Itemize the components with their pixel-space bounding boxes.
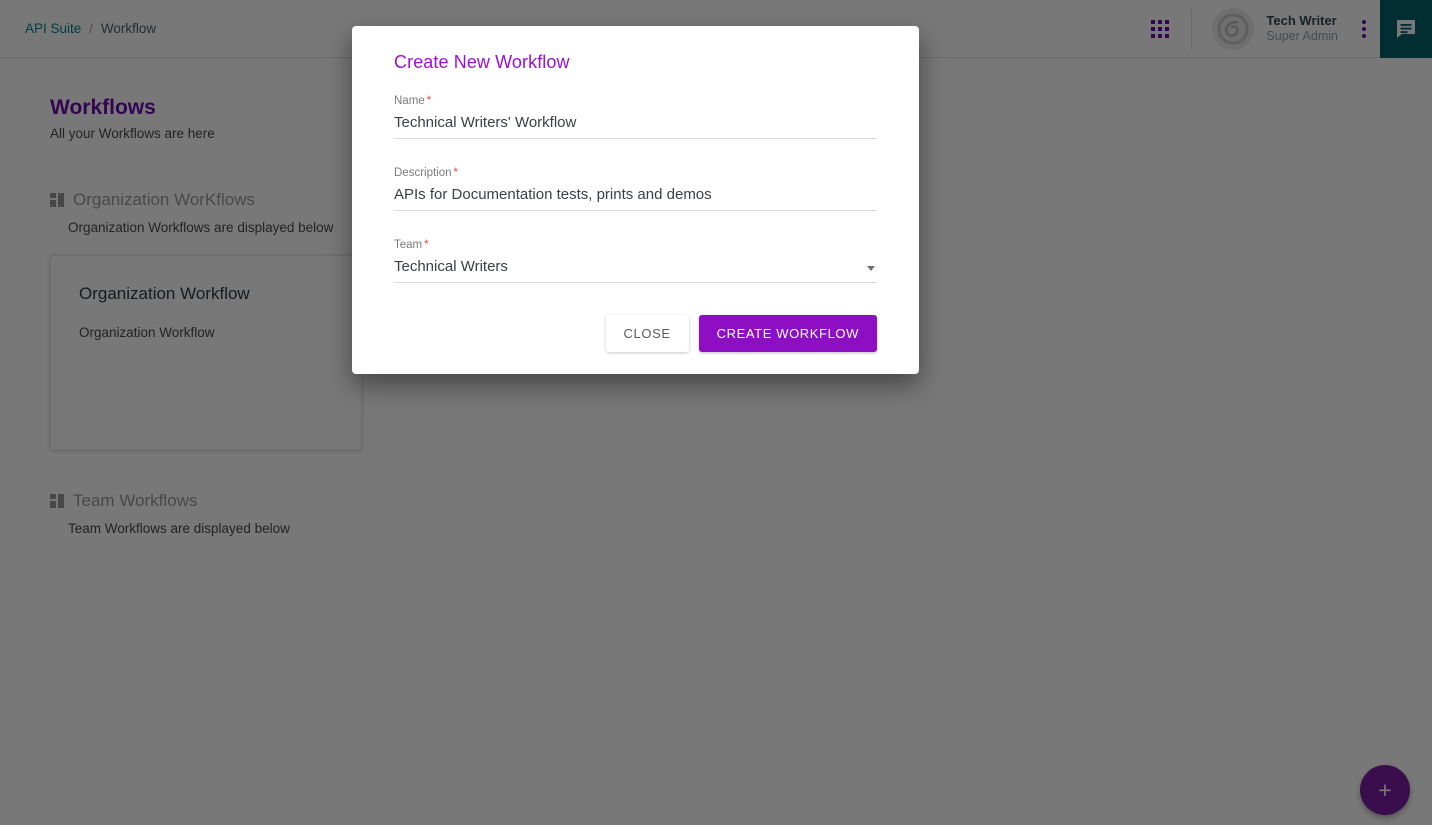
name-input[interactable] — [394, 114, 877, 138]
required-marker: * — [426, 95, 432, 107]
required-marker: * — [453, 167, 459, 179]
field-team: Team * — [394, 239, 877, 283]
required-marker: * — [424, 239, 429, 251]
field-name: Name * — [394, 95, 877, 139]
dialog-title: Create New Workflow — [394, 52, 570, 72]
select-wrapper[interactable] — [394, 258, 877, 283]
create-workflow-dialog: Create New Workflow Name* Description* T… — [352, 26, 919, 374]
input-wrapper — [394, 114, 877, 139]
label-text: Description — [394, 167, 452, 179]
description-input[interactable] — [394, 186, 877, 210]
label-text: Name — [394, 95, 425, 107]
label-text: Team — [394, 239, 423, 251]
input-wrapper — [394, 186, 877, 211]
create-workflow-button[interactable]: CREATE WORKFLOW — [698, 315, 877, 352]
field-description: Description * — [394, 167, 877, 211]
dialog-actions: CLOSE CREATE WORKFLOW — [394, 315, 877, 352]
field-label-description: Description * — [394, 167, 877, 179]
app-root: API Suite / Workflow — [0, 0, 1432, 825]
close-button[interactable]: CLOSE — [605, 315, 689, 352]
team-select[interactable] — [394, 258, 877, 282]
field-label-team: Team * — [394, 239, 877, 251]
field-label-name: Name * — [394, 95, 877, 107]
